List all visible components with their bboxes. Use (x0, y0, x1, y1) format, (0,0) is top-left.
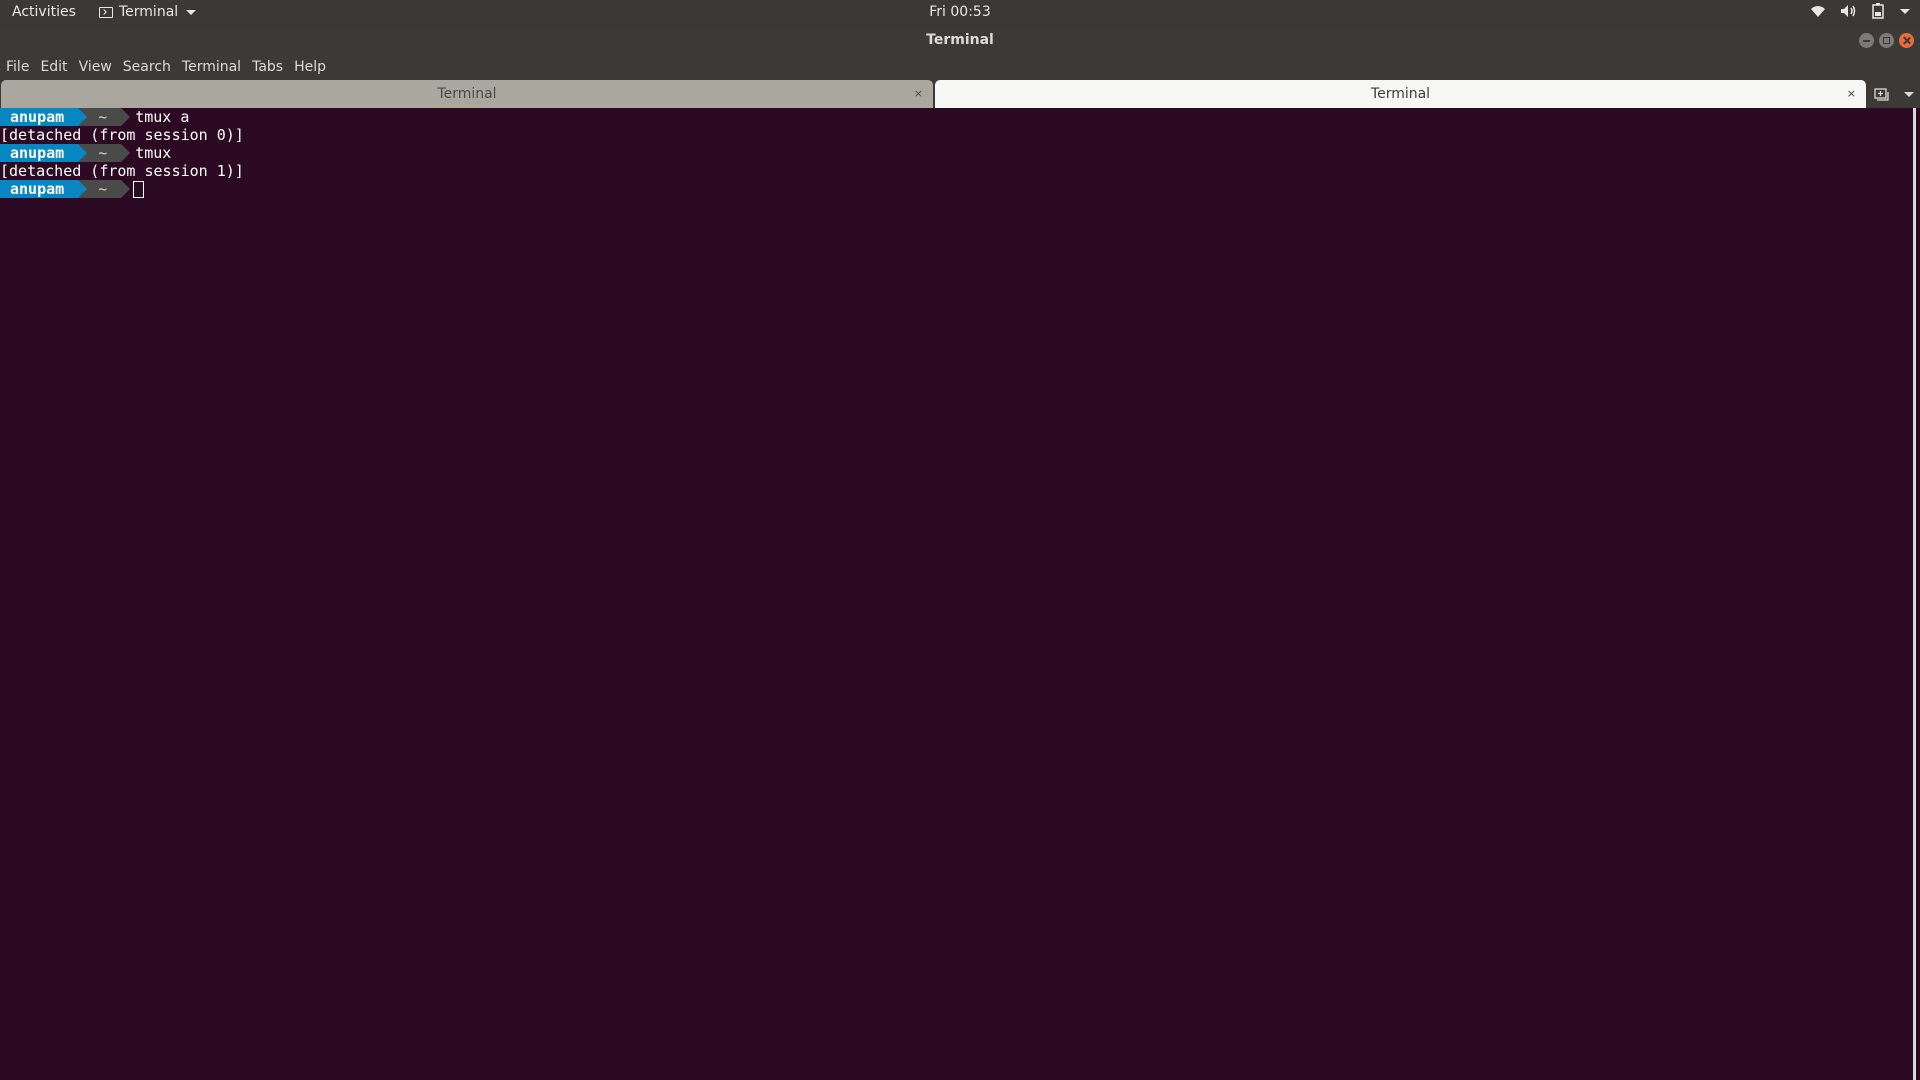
window-titlebar[interactable]: Terminal (0, 27, 1920, 54)
text-cursor (133, 180, 145, 198)
top-panel: Activities Terminal Fri 00:53 (0, 0, 1920, 27)
tab-label: Terminal (437, 86, 497, 102)
minimize-button[interactable] (1859, 33, 1874, 48)
menu-bar: File Edit View Search Terminal Tabs Help (0, 54, 1920, 80)
wifi-icon[interactable] (1810, 4, 1826, 18)
maximize-button[interactable] (1879, 33, 1894, 48)
tabs-menu-chevron-icon[interactable] (1904, 92, 1914, 97)
output-text: [detached (from session 1)] (0, 162, 244, 180)
prompt-user: anupam (0, 144, 88, 162)
menu-terminal[interactable]: Terminal (182, 59, 241, 75)
terminal-line: [detached (from session 1)] (0, 162, 1915, 180)
prompt-user: anupam (0, 180, 88, 198)
volume-icon[interactable] (1840, 4, 1858, 18)
terminal-view[interactable]: anupam ~ tmux a [detached (from session … (0, 108, 1915, 1080)
close-button[interactable] (1899, 33, 1914, 48)
output-text: [detached (from session 0)] (0, 126, 244, 144)
tab-close-icon[interactable]: × (914, 80, 923, 108)
tab-bar: Terminal × Terminal × (0, 80, 1920, 108)
tab-label: Terminal (1370, 86, 1431, 102)
menu-tabs[interactable]: Tabs (252, 59, 283, 75)
window-title: Terminal (926, 32, 994, 48)
menu-view[interactable]: View (79, 59, 112, 75)
battery-icon[interactable] (1872, 3, 1884, 19)
tab-terminal-2[interactable]: Terminal × (935, 80, 1866, 108)
tab-terminal-1[interactable]: Terminal × (1, 80, 933, 108)
menu-edit[interactable]: Edit (40, 59, 67, 75)
new-tab-icon[interactable] (1874, 87, 1890, 101)
terminal-line: [detached (from session 0)] (0, 126, 1915, 144)
scrollbar[interactable] (1913, 108, 1916, 1080)
tab-close-icon[interactable]: × (1847, 80, 1856, 108)
prompt-user: anupam (0, 108, 88, 126)
terminal-line: anupam ~ tmux (0, 144, 1915, 162)
window-controls (1859, 33, 1914, 48)
system-tray[interactable] (1810, 3, 1910, 19)
menu-help[interactable]: Help (294, 59, 326, 75)
system-menu-caret-icon[interactable] (1900, 8, 1910, 14)
terminal-line: anupam ~ tmux a (0, 108, 1915, 126)
clock[interactable]: Fri 00:53 (0, 4, 1920, 20)
command-text: tmux a (135, 108, 190, 126)
terminal-line: anupam ~ (0, 180, 1915, 198)
menu-file[interactable]: File (6, 59, 29, 75)
menu-search[interactable]: Search (123, 59, 171, 75)
